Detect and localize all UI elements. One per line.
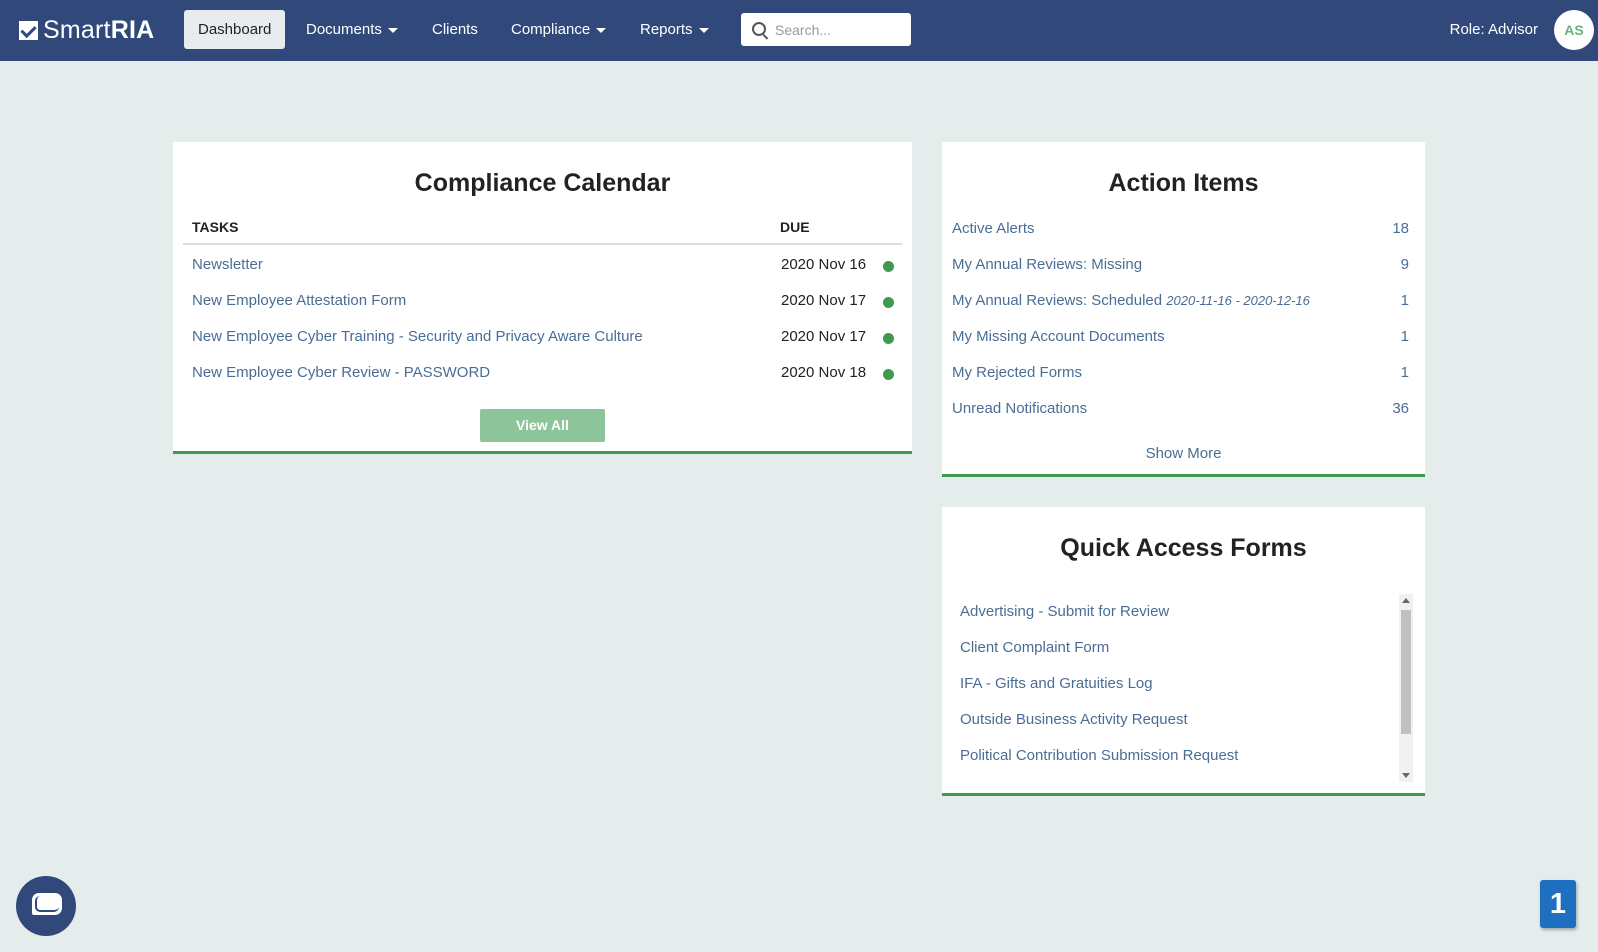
due-date: 2020 Nov 16 [781,256,867,273]
action-item[interactable]: Unread Notifications 36 [942,392,1425,428]
action-item-count: 36 [1392,400,1409,417]
task-link[interactable]: New Employee Cyber Review - PASSWORD [192,364,490,381]
role-label: Role: Advisor [1449,21,1538,38]
scrollbar-thumb[interactable] [1401,610,1411,734]
status-dot-icon [883,261,894,272]
status-dot-icon [883,369,894,380]
action-item-label: Active Alerts [952,220,1035,237]
action-item-label: My Annual Reviews: Missing [952,256,1143,273]
nav-clients[interactable]: Clients [418,10,492,49]
nav-dashboard-label: Dashboard [198,21,272,38]
nav-reports[interactable]: Reports [626,10,723,49]
logo-text: SmartRIA [43,15,155,44]
action-items-panel: Action Items Active Alerts 18 My Annual … [942,142,1425,477]
nav-clients-label: Clients [432,21,478,38]
caret-down-icon [698,27,709,33]
action-items-title: Action Items [1108,169,1259,197]
checkbox-logo-icon [19,20,38,40]
status-dot-icon [883,333,894,344]
nav-documents-label: Documents [306,21,382,38]
action-item-count: 9 [1400,256,1409,273]
action-item[interactable]: My Annual Reviews: Missing 9 [942,248,1425,284]
compliance-calendar-title: Compliance Calendar [414,169,671,197]
due-date: 2020 Nov 18 [781,364,867,381]
caret-down-icon [596,27,607,33]
scroll-up-icon[interactable] [1402,598,1410,603]
action-item-label: My Rejected Forms [952,364,1083,381]
header-divider [183,243,902,245]
status-dot-icon [883,297,894,308]
action-item-count: 18 [1392,220,1409,237]
quick-access-forms-panel: Quick Access Forms Advertising - Submit … [942,507,1425,796]
nav-compliance[interactable]: Compliance [497,10,620,49]
table-row: New Employee Attestation Form 2020 Nov 1… [173,284,912,320]
tasks-column-header: TASKS [192,219,239,235]
chat-launcher-button[interactable] [16,876,76,936]
user-avatar[interactable]: AS [1554,10,1594,50]
table-row: New Employee Cyber Review - PASSWORD 202… [173,356,912,392]
chat-bubble-icon [32,893,62,915]
quick-access-list: Advertising - Submit for Review Client C… [952,594,1413,782]
quick-access-forms-title: Quick Access Forms [1060,534,1307,562]
nav-reports-label: Reports [640,21,693,38]
task-link[interactable]: New Employee Attestation Form [192,292,406,309]
task-link[interactable]: New Employee Cyber Training - Security a… [192,328,643,345]
action-item-label: My Annual Reviews: Scheduled 2020-11-16 … [952,292,1310,309]
nav-dashboard[interactable]: Dashboard [184,10,286,49]
table-row: Newsletter 2020 Nov 16 [173,248,912,284]
due-date: 2020 Nov 17 [781,328,867,345]
form-link[interactable]: Advertising - Submit for Review [960,603,1169,620]
action-item-count: 1 [1400,364,1409,381]
view-all-button[interactable]: View All [480,409,605,442]
search-box [741,13,911,46]
form-link[interactable]: Political Contribution Submission Reques… [960,747,1238,764]
action-item[interactable]: My Annual Reviews: Scheduled 2020-11-16 … [942,284,1425,320]
form-link[interactable]: Outside Business Activity Request [960,711,1188,728]
date-range: 2020-11-16 - 2020-12-16 [1166,293,1310,308]
list-scrollbar[interactable] [1399,594,1413,782]
nav-documents[interactable]: Documents [292,10,412,49]
compliance-calendar-panel: Compliance Calendar TASKS DUE Newsletter… [173,142,912,454]
search-icon [752,22,766,36]
action-item-label: Unread Notifications [952,400,1088,417]
nav-compliance-label: Compliance [511,21,591,38]
action-item-count: 1 [1400,328,1409,345]
action-item[interactable]: My Missing Account Documents 1 [942,320,1425,356]
top-navbar: SmartRIA Dashboard Documents Clients Com… [0,0,1598,61]
action-item-label: My Missing Account Documents [952,328,1165,345]
action-item-count: 1 [1400,292,1409,309]
smartria-logo[interactable]: SmartRIA [19,15,154,45]
caret-down-icon [387,27,398,33]
search-input[interactable] [775,13,905,46]
notification-badge[interactable]: 1 [1540,880,1576,928]
action-item-label-text: My Annual Reviews: Scheduled [952,292,1163,309]
form-link[interactable]: Client Complaint Form [960,639,1109,656]
show-more-link[interactable]: Show More [942,445,1425,462]
due-date: 2020 Nov 17 [781,292,867,309]
due-column-header: DUE [780,219,810,235]
form-link[interactable]: IFA - Gifts and Gratuities Log [960,675,1153,692]
task-link[interactable]: Newsletter [192,256,263,273]
action-item[interactable]: My Rejected Forms 1 [942,356,1425,392]
table-row: New Employee Cyber Training - Security a… [173,320,912,356]
action-item[interactable]: Active Alerts 18 [942,212,1425,248]
scroll-down-icon[interactable] [1402,773,1410,778]
